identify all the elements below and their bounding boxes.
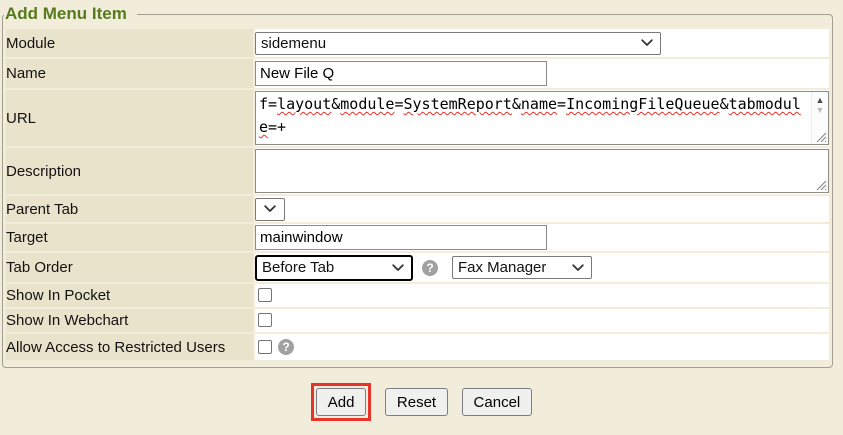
chevron-down-icon bbox=[572, 264, 584, 272]
url-textarea-text: f=layout&module=SystemReport&name=Incomi… bbox=[256, 92, 811, 144]
chevron-down-icon bbox=[392, 264, 404, 272]
module-select-value: sidemenu bbox=[261, 35, 326, 52]
show-in-pocket-checkbox[interactable] bbox=[258, 288, 272, 302]
row-name: Name bbox=[6, 59, 829, 88]
scroll-down-icon[interactable]: ▼ bbox=[812, 105, 828, 115]
tab-order-label: Tab Order bbox=[6, 253, 253, 282]
description-textarea-text bbox=[256, 150, 811, 192]
resize-grip-icon[interactable] bbox=[816, 180, 827, 191]
add-button[interactable]: Add bbox=[316, 388, 367, 416]
parent-tab-label: Parent Tab bbox=[6, 196, 253, 222]
row-module: Module sidemenu bbox=[6, 29, 829, 57]
row-show-in-webchart: Show In Webchart bbox=[6, 309, 829, 332]
show-in-pocket-label: Show In Pocket bbox=[6, 284, 253, 307]
resize-grip-icon[interactable] bbox=[816, 132, 827, 143]
description-label: Description bbox=[6, 148, 253, 194]
page-title: Add Menu Item bbox=[4, 4, 137, 24]
tab-order-position-value: Before Tab bbox=[262, 259, 334, 276]
add-menu-item-page: Add Menu Item Module sidemenu Name bbox=[0, 0, 843, 435]
chevron-down-icon bbox=[641, 39, 653, 47]
scroll-up-icon[interactable]: ▲ bbox=[812, 95, 828, 105]
tab-order-reference-select[interactable]: Fax Manager bbox=[452, 256, 592, 279]
tab-order-position-select[interactable]: Before Tab bbox=[255, 255, 413, 281]
parent-tab-select[interactable] bbox=[255, 198, 285, 221]
name-input[interactable] bbox=[255, 61, 547, 86]
row-tab-order: Tab Order Before Tab ? Fax Manager bbox=[6, 253, 829, 282]
add-menu-item-fieldset: Add Menu Item Module sidemenu Name bbox=[2, 4, 833, 368]
tab-order-reference-value: Fax Manager bbox=[458, 259, 546, 276]
help-icon[interactable]: ? bbox=[422, 260, 438, 276]
target-input[interactable] bbox=[255, 225, 547, 250]
button-bar: Add Reset Cancel bbox=[0, 383, 843, 421]
show-in-webchart-checkbox[interactable] bbox=[258, 313, 272, 327]
target-label: Target bbox=[6, 224, 253, 251]
row-show-in-pocket: Show In Pocket bbox=[6, 284, 829, 307]
name-label: Name bbox=[6, 59, 253, 88]
allow-restricted-label: Allow Access to Restricted Users bbox=[6, 334, 253, 360]
url-textarea[interactable]: f=layout&module=SystemReport&name=Incomi… bbox=[255, 91, 829, 145]
row-target: Target bbox=[6, 224, 829, 251]
form-table: Module sidemenu Name URL f=l bbox=[4, 27, 831, 362]
row-allow-restricted: Allow Access to Restricted Users ? bbox=[6, 334, 829, 360]
add-button-highlight-annotation: Add bbox=[311, 383, 372, 421]
module-select[interactable]: sidemenu bbox=[255, 32, 661, 55]
description-textarea[interactable] bbox=[255, 149, 829, 193]
allow-restricted-checkbox[interactable] bbox=[258, 340, 272, 354]
module-label: Module bbox=[6, 29, 253, 57]
reset-button[interactable]: Reset bbox=[385, 388, 448, 416]
help-icon[interactable]: ? bbox=[278, 339, 294, 355]
row-description: Description bbox=[6, 148, 829, 194]
row-url: URL f=layout&module=SystemReport&name=In… bbox=[6, 90, 829, 146]
url-label: URL bbox=[6, 90, 253, 146]
row-parent-tab: Parent Tab bbox=[6, 196, 829, 222]
chevron-down-icon bbox=[264, 205, 276, 213]
cancel-button[interactable]: Cancel bbox=[462, 388, 533, 416]
show-in-webchart-label: Show In Webchart bbox=[6, 309, 253, 332]
